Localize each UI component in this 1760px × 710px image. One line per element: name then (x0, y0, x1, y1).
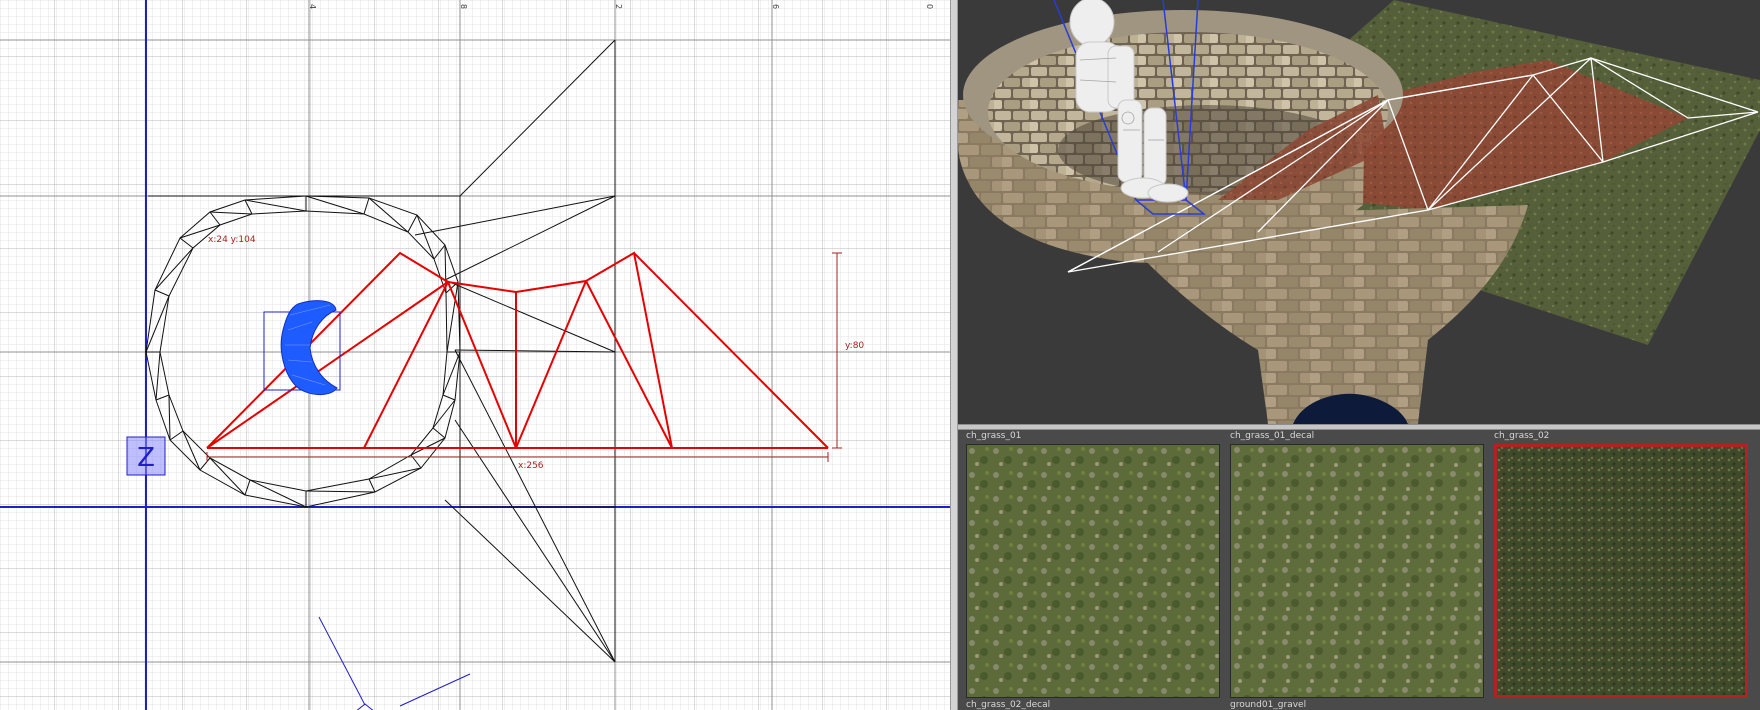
dimension-y-label: y:80 (845, 341, 864, 351)
ruler-tick-5: 0 (925, 4, 934, 9)
ortho-grid-canvas[interactable]: 4 8 2 6 0 x:24 y:104 y:80 x:256 Z (0, 0, 950, 710)
major-grid (0, 0, 950, 710)
texture-thumbnail-ch-grass-01[interactable] (966, 444, 1220, 698)
ruler-tick-1: 4 (308, 4, 317, 9)
cursor-readout: x:24 y:104 (208, 235, 256, 245)
axis-letter-label: Z (137, 443, 155, 473)
dimension-x-label: x:256 (518, 461, 544, 471)
ruler-tick-3: 2 (614, 4, 623, 9)
texture-thumbnail-ch-grass-02[interactable] (1494, 444, 1748, 698)
axis-indicator-z[interactable]: Z (126, 436, 166, 476)
texture-label-next-row-1: ch_grass_02_decal (966, 700, 1051, 710)
ortho-2d-viewport[interactable]: 4 8 2 6 0 x:24 y:104 y:80 x:256 Z (0, 0, 950, 710)
ruler-tick-4: 6 (771, 4, 780, 9)
ruler-tick-2: 8 (459, 4, 468, 9)
vertical-splitter[interactable] (950, 0, 958, 710)
texture-tile-label: ch_grass_02 (1494, 431, 1550, 441)
texture-thumbnail-ch-grass-01-decal[interactable] (1230, 444, 1484, 698)
perspective-3d-viewport[interactable] (958, 0, 1760, 424)
texture-tile-label: ch_grass_01_decal (1230, 431, 1315, 441)
texture-tile-label: ch_grass_01 (966, 431, 1022, 441)
texture-label-next-row-2: ground01_gravel (1230, 700, 1307, 710)
texture-browser[interactable]: ch_grass_01 ch_grass_01_decal ch_grass_0… (958, 430, 1760, 710)
perspective-render[interactable] (958, 0, 1760, 424)
